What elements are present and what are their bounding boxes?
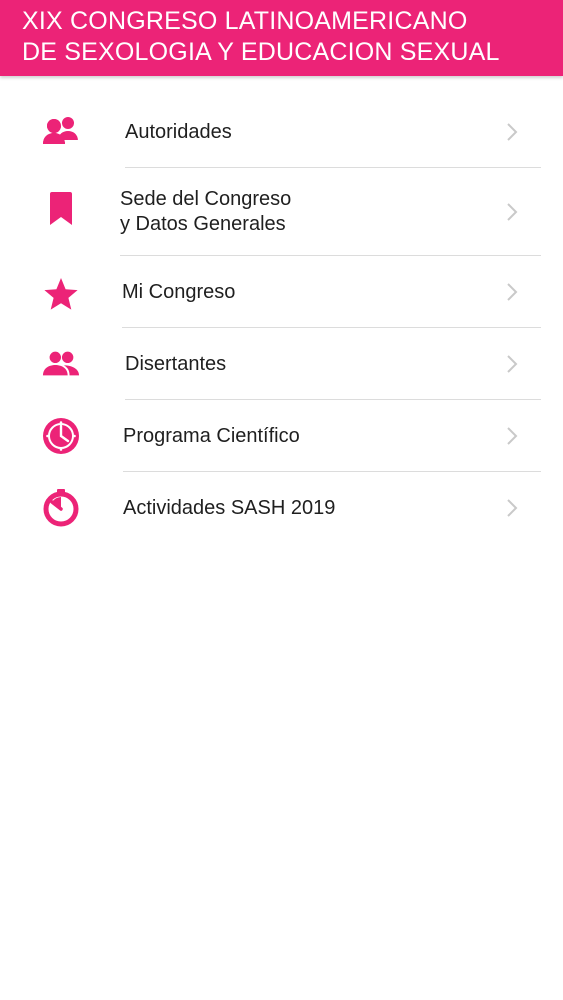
menu-item-label: Actividades SASH 2019 [123,497,336,519]
chevron-right-icon [504,498,520,518]
menu-item-autoridades[interactable]: Autoridades [0,96,563,168]
people-icon [42,113,80,151]
menu-list: Autoridades Sede del Congreso y Datos Ge… [0,96,563,544]
menu-item-label: Programa Científico [123,425,300,447]
menu-item-disertantes[interactable]: Disertantes [0,328,563,400]
menu-item-programa[interactable]: Programa Científico [0,400,563,472]
star-icon [42,275,80,313]
menu-item-actividades[interactable]: Actividades SASH 2019 [0,472,563,544]
menu-item-label: Sede del Congreso y Datos Generales [120,188,292,235]
menu-item-mi-congreso[interactable]: Mi Congreso [0,256,563,328]
timer-icon [42,489,80,527]
bookmark-icon [42,190,80,228]
chevron-right-icon [504,354,520,374]
menu-item-label: Mi Congreso [122,281,236,303]
group-icon [42,345,80,383]
chevron-right-icon [504,426,520,446]
chevron-right-icon [504,282,520,302]
menu-item-label: Autoridades [125,121,232,143]
chevron-right-icon [504,202,520,222]
menu-item-sede[interactable]: Sede del Congreso y Datos Generales [0,168,563,256]
app-bar: XIX CONGRESO LATINOAMERICANO DE SEXOLOGI… [0,0,563,76]
chevron-right-icon [504,122,520,142]
clock-icon [42,417,80,455]
menu-item-label: Disertantes [125,353,227,375]
app-title: XIX CONGRESO LATINOAMERICANO DE SEXOLOGI… [22,7,500,66]
